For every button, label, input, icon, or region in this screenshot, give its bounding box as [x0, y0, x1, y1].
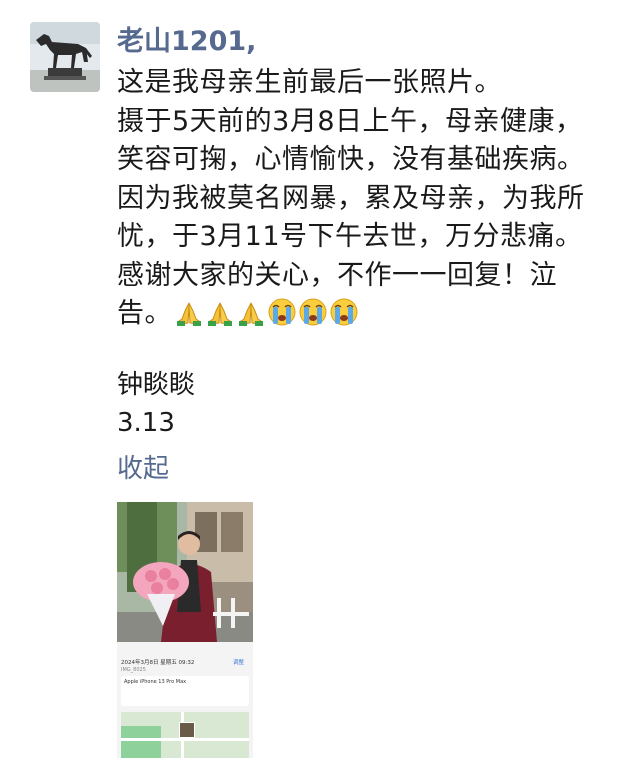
edit-link[interactable]: 调整: [233, 658, 244, 666]
device-name: Apple iPhone 13 Pro Max: [124, 679, 187, 685]
photo-info-panel: 2024年3月8日 星期五 09:32 调整 IMG_8025 Apple iP…: [117, 642, 253, 758]
device-card: Apple iPhone 13 Pro Max: [121, 676, 249, 706]
post-line: 这是我母亲生前最后一张照片。: [117, 67, 502, 98]
folded-hands-icon: [239, 302, 263, 326]
post-text: 这是我母亲生前最后一张照片。 摄于5天前的3月8日上午，母亲健康， 笑容可掬，心…: [117, 64, 617, 334]
crying-face-icon: [330, 298, 358, 325]
photo-date: 2024年3月8日 星期五 09:32: [121, 660, 195, 666]
author-name[interactable]: 老山1201,: [117, 22, 256, 62]
location-map[interactable]: [121, 712, 249, 758]
crying-face-icon: [268, 298, 296, 325]
post-line: 告。: [117, 298, 172, 329]
folded-hands-icon: [208, 302, 232, 326]
post-line: 忧，于3月11号下午去世，万分悲痛。: [117, 221, 583, 252]
folded-hands-icon: [177, 302, 201, 326]
post-line: 摄于5天前的3月8日上午，母亲健康，: [117, 105, 583, 137]
signature-date: 3.13: [117, 408, 175, 438]
post-line: 感谢大家的关心，不作一一回复！泣: [117, 259, 557, 291]
mother-photo-image: [117, 502, 253, 642]
post-line: 因为我被莫名网暴，累及母亲，为我所: [117, 182, 585, 214]
avatar[interactable]: [30, 22, 100, 92]
emoji-row: [174, 297, 360, 327]
signature-name: 钟睒睒: [117, 370, 196, 400]
post-last-line: 告。: [117, 295, 617, 334]
post-line: 笑容可掬，心情愉快，没有基础疾病。: [117, 144, 585, 175]
map-pin-thumbnail: [179, 722, 195, 738]
collapse-link[interactable]: 收起: [117, 450, 169, 488]
attached-photo[interactable]: 2024年3月8日 星期五 09:32 调整 IMG_8025 Apple iP…: [117, 502, 253, 758]
photo-file-id: IMG_8025: [121, 667, 146, 673]
crying-face-icon: [299, 298, 327, 325]
signature: 钟睒睒 3.13: [117, 366, 195, 442]
